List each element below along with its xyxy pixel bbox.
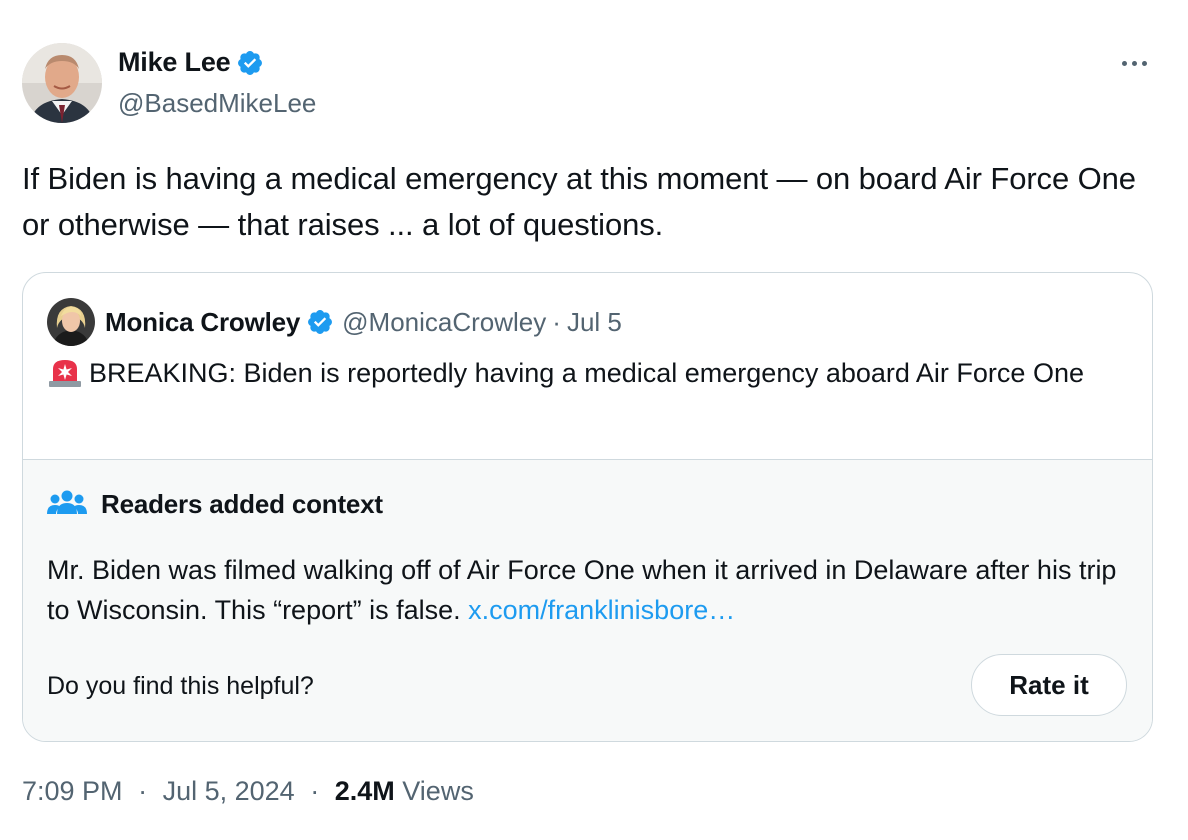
more-horizontal-icon-dot	[1131, 60, 1137, 66]
quoted-tweet-card[interactable]: Monica Crowley @MonicaCrowley · Jul 5 BR…	[22, 272, 1153, 742]
community-note-body: Mr. Biden was filmed walking off of Air …	[47, 550, 1117, 630]
more-options-button[interactable]	[1112, 48, 1156, 78]
tweet-date[interactable]: Jul 5, 2024	[163, 776, 295, 806]
police-siren-icon	[47, 357, 83, 387]
community-note: Readers added context Mr. Biden was film…	[23, 459, 1152, 741]
author-name[interactable]: Mike Lee	[118, 47, 231, 78]
views-label: Views	[402, 776, 474, 806]
quoted-tweet-date[interactable]: Jul 5	[567, 307, 622, 338]
quoted-author-handle[interactable]: @MonicaCrowley	[342, 307, 546, 338]
rate-it-button[interactable]: Rate it	[971, 654, 1127, 716]
tweet-meta: 7:09 PM · Jul 5, 2024 · 2.4M Views	[22, 776, 474, 807]
author-avatar[interactable]	[22, 43, 102, 123]
quoted-tweet-text-block: BREAKING: Biden is reportedly having a m…	[47, 353, 1107, 393]
more-horizontal-icon-dot	[1141, 60, 1147, 66]
meta-separator: ·	[310, 776, 320, 806]
helpful-question: Do you find this helpful?	[47, 672, 314, 700]
verified-badge-icon[interactable]	[236, 49, 264, 77]
quoted-author-name[interactable]: Monica Crowley	[105, 307, 300, 338]
verified-badge-icon[interactable]	[306, 308, 334, 336]
more-horizontal-icon	[1121, 60, 1127, 66]
community-note-source-link[interactable]: x.com/franklinisbore…	[468, 595, 735, 625]
community-note-title: Readers added context	[101, 488, 383, 519]
author-handle[interactable]: @BasedMikeLee	[118, 88, 316, 119]
tweet-text: If Biden is having a medical emergency a…	[22, 161, 1136, 242]
quoted-author-avatar[interactable]	[47, 298, 95, 346]
header-separator: ·	[552, 306, 561, 337]
tweet-time[interactable]: 7:09 PM	[22, 776, 123, 806]
quoted-tweet-header: Monica Crowley @MonicaCrowley · Jul 5	[47, 297, 622, 347]
views-count: 2.4M	[334, 776, 395, 806]
community-note-header: Readers added context	[47, 488, 383, 520]
author-name-row[interactable]: Mike Lee	[118, 47, 264, 78]
people-icon	[47, 488, 87, 520]
quoted-tweet-text: BREAKING: Biden is reportedly having a m…	[89, 358, 1084, 388]
meta-separator: ·	[138, 776, 148, 806]
